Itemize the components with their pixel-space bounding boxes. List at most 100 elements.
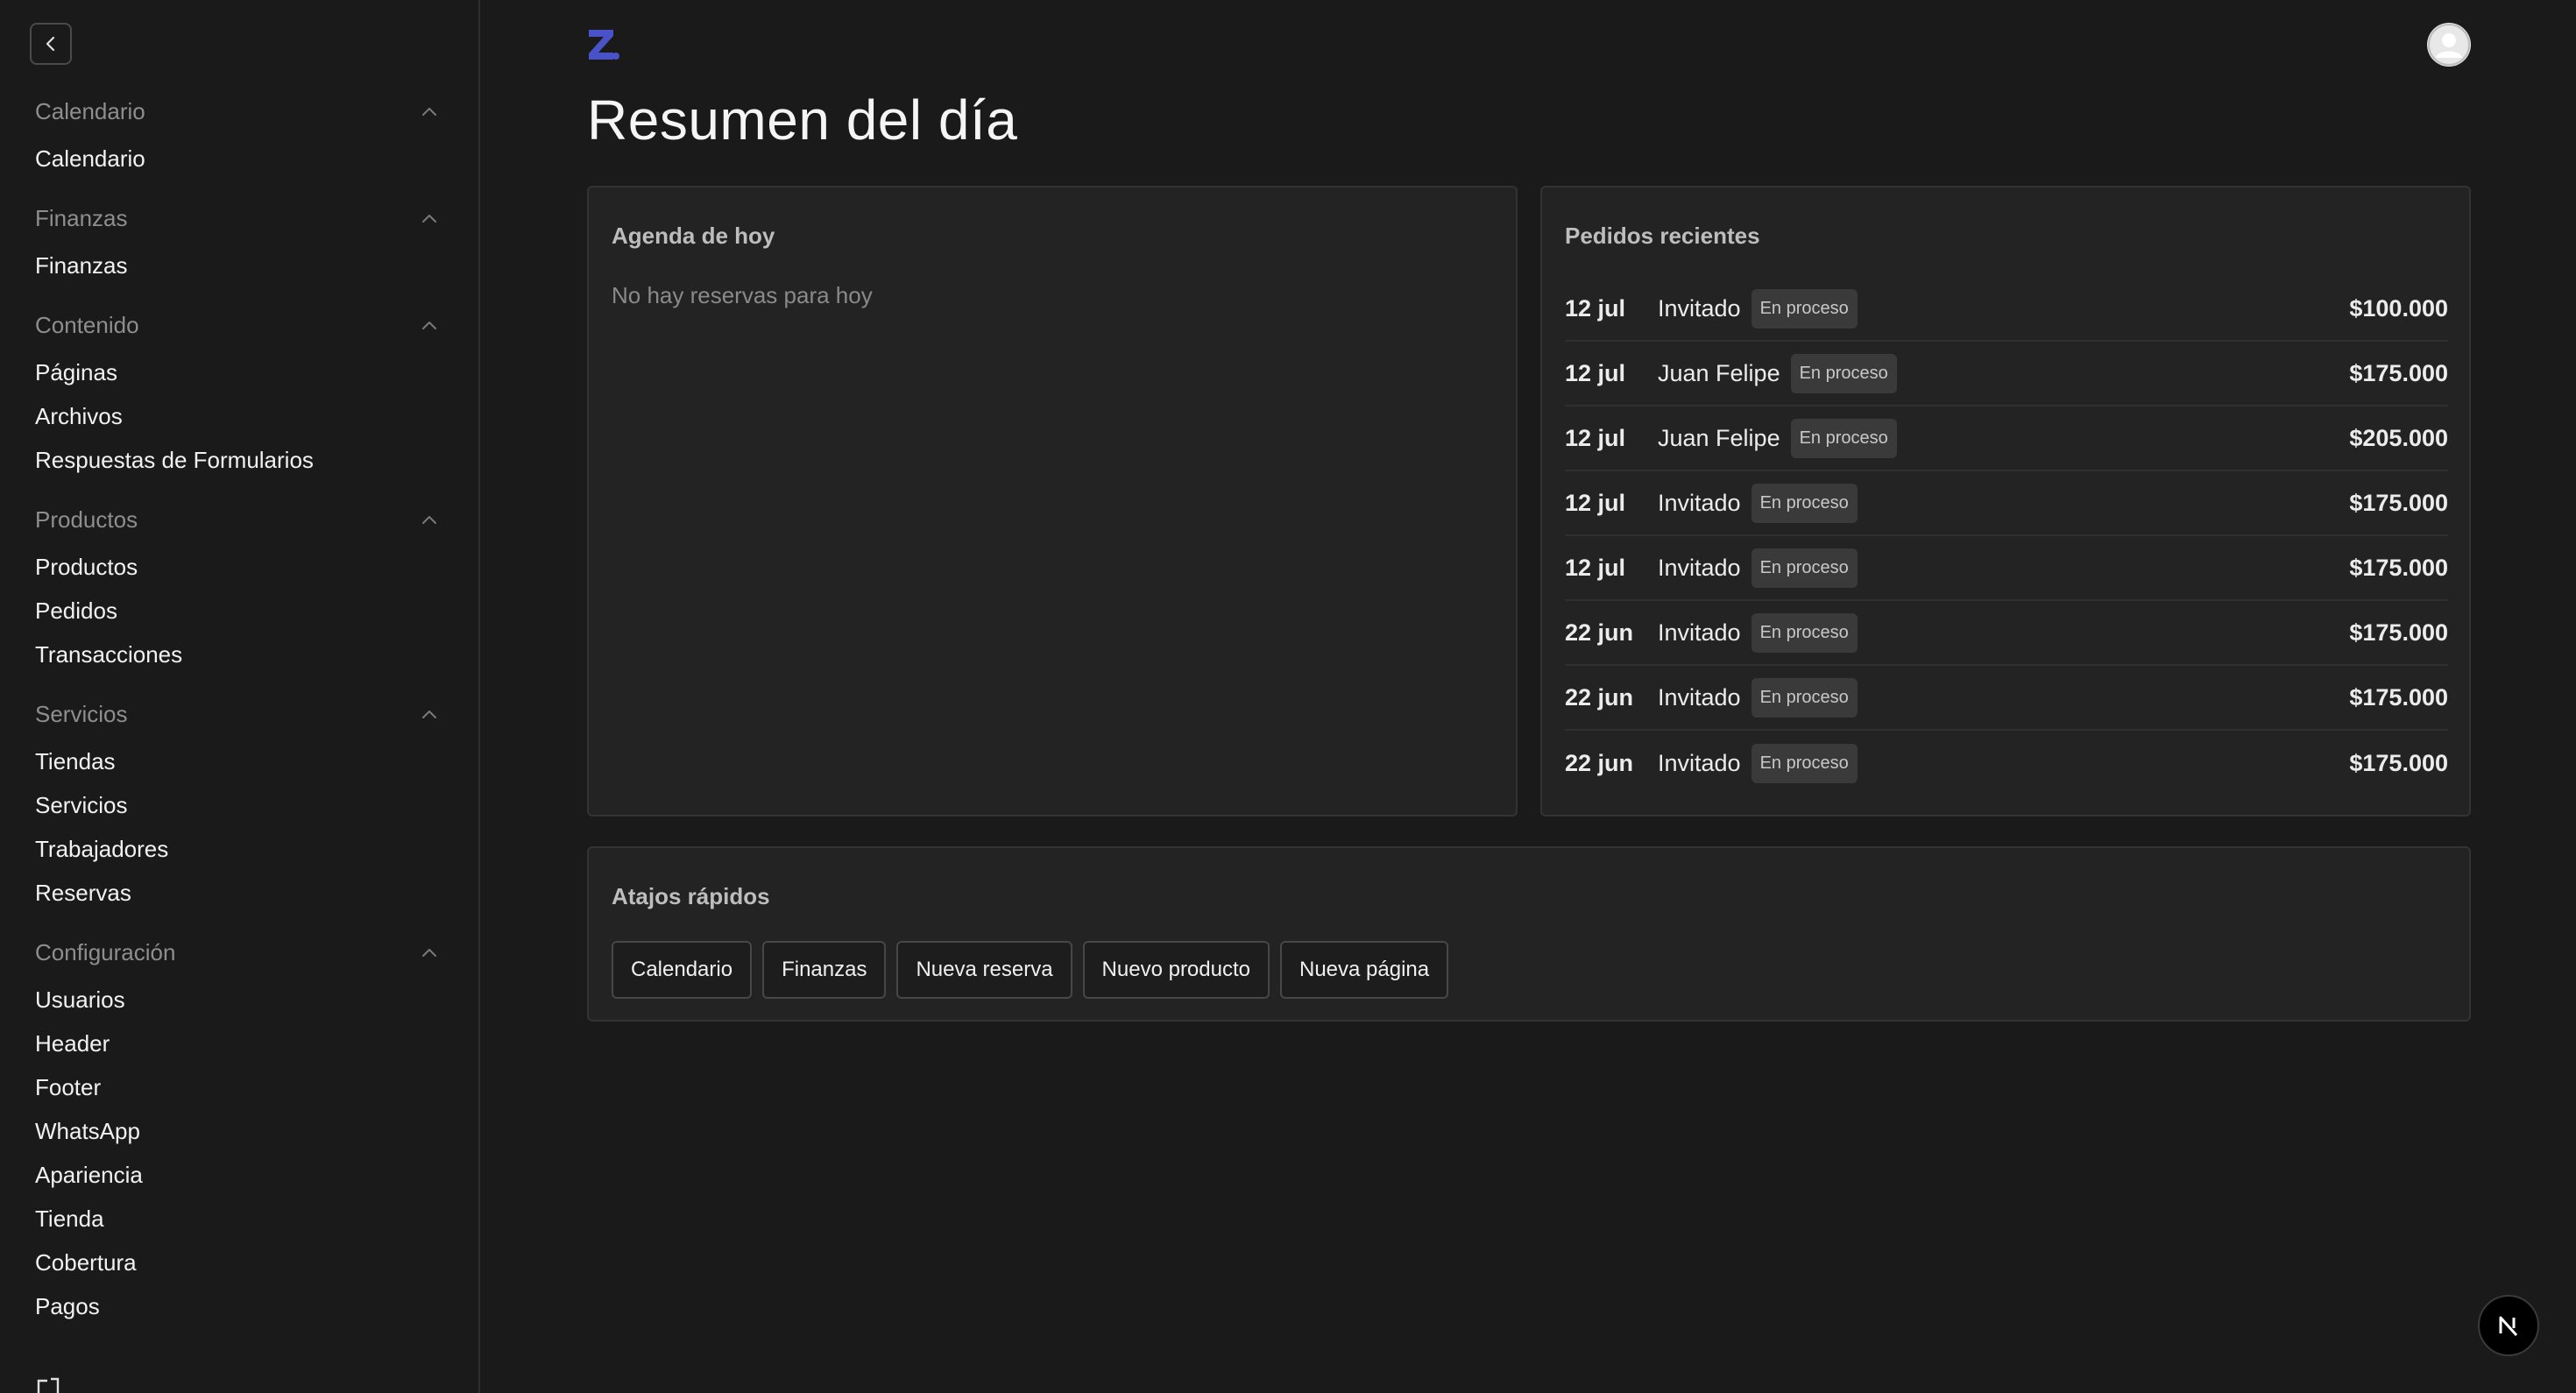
order-customer: Invitado <box>1658 489 1741 516</box>
shortcuts-title: Atajos rápidos <box>612 883 770 909</box>
status-badge: En proceso <box>1751 677 1858 718</box>
sidebar-item-tiendas[interactable]: Tiendas <box>35 739 438 783</box>
orders-list: 12 jul Invitado En proceso $100.000 12 j… <box>1565 277 2448 795</box>
status-badge: En proceso <box>1751 548 1858 588</box>
orders-title: Pedidos recientes <box>1565 223 1760 249</box>
quick-shortcuts-card: Atajos rápidos Calendario Finanzas Nueva… <box>587 846 2471 1022</box>
order-customer: Juan Felipe <box>1658 359 1780 386</box>
order-date: 12 jul <box>1565 489 1626 516</box>
sidebar-item-tienda[interactable]: Tienda <box>35 1197 438 1241</box>
section-header-servicios[interactable]: Servicios <box>35 694 438 734</box>
section-header-finanzas[interactable]: Finanzas <box>35 198 438 238</box>
user-avatar-icon <box>2428 24 2470 66</box>
order-row[interactable]: 22 jun Invitado En proceso $175.000 <box>1565 666 2448 731</box>
nextjs-dev-badge[interactable] <box>2478 1295 2539 1356</box>
sidebar-item-whatsapp[interactable]: WhatsApp <box>35 1109 438 1153</box>
avatar[interactable] <box>2427 23 2471 67</box>
shortcut-calendario-button[interactable]: Calendario <box>612 941 753 999</box>
chevron-up-icon <box>422 949 436 957</box>
shortcut-nueva-pagina-button[interactable]: Nueva página <box>1280 941 1449 999</box>
status-badge: En proceso <box>1790 418 1897 458</box>
order-customer: Invitado <box>1658 294 1741 322</box>
sidebar-item-usuarios[interactable]: Usuarios <box>35 978 438 1022</box>
section-title: Productos <box>35 506 138 533</box>
sidebar-item-trabajadores[interactable]: Trabajadores <box>35 827 438 871</box>
status-badge: En proceso <box>1751 743 1858 783</box>
nav-section-productos: Productos Productos Pedidos Transaccione… <box>35 499 438 676</box>
order-customer: Invitado <box>1658 619 1741 646</box>
order-row[interactable]: 22 jun Invitado En proceso $175.000 <box>1565 601 2448 666</box>
shortcut-nuevo-producto-button[interactable]: Nuevo producto <box>1082 941 1270 999</box>
sidebar-item-transacciones[interactable]: Transacciones <box>35 633 438 676</box>
sidebar-nav: Calendario Calendario Finanzas Finanzas … <box>35 91 438 1346</box>
order-customer: Invitado <box>1658 749 1741 776</box>
shortcut-finanzas-button[interactable]: Finanzas <box>762 941 887 999</box>
order-date: 12 jul <box>1565 424 1626 451</box>
z-logo[interactable] <box>587 28 620 61</box>
sidebar-item-pedidos[interactable]: Pedidos <box>35 589 438 633</box>
order-row[interactable]: 12 jul Invitado En proceso $175.000 <box>1565 536 2448 601</box>
order-amount: $100.000 <box>2349 294 2448 322</box>
section-header-calendario[interactable]: Calendario <box>35 91 438 131</box>
chevron-up-icon <box>422 322 436 329</box>
order-row[interactable]: 12 jul Invitado En proceso $175.000 <box>1565 471 2448 536</box>
nextjs-n-icon <box>2499 1316 2518 1337</box>
sidebar-item-paginas[interactable]: Páginas <box>35 350 438 394</box>
order-customer: Invitado <box>1658 683 1741 711</box>
order-amount: $175.000 <box>2349 359 2448 386</box>
recent-orders-card: Pedidos recientes 12 jul Invitado En pro… <box>1540 186 2471 817</box>
sidebar-item-calendario[interactable]: Calendario <box>35 137 438 180</box>
status-badge: En proceso <box>1751 612 1858 653</box>
order-amount: $175.000 <box>2349 619 2448 646</box>
agenda-card: Agenda de hoy No hay reservas para hoy <box>587 186 1518 817</box>
order-row[interactable]: 12 jul Juan Felipe En proceso $205.000 <box>1565 407 2448 471</box>
order-row[interactable]: 12 jul Invitado En proceso $100.000 <box>1565 277 2448 342</box>
order-date: 22 jun <box>1565 749 1634 776</box>
sidebar-item-pagos[interactable]: Pagos <box>35 1284 438 1328</box>
section-title: Servicios <box>35 700 128 727</box>
sidebar-item-archivos[interactable]: Archivos <box>35 394 438 438</box>
nav-section-calendario: Calendario Calendario <box>35 91 438 180</box>
shortcut-nueva-reserva-button[interactable]: Nueva reserva <box>896 941 1072 999</box>
nav-section-servicios: Servicios Tiendas Servicios Trabajadores… <box>35 694 438 915</box>
shortcuts-row: Calendario Finanzas Nueva reserva Nuevo … <box>612 941 1449 999</box>
order-row[interactable]: 12 jul Juan Felipe En proceso $175.000 <box>1565 342 2448 407</box>
sidebar-item-servicios[interactable]: Servicios <box>35 783 438 827</box>
sidebar-item-footer[interactable]: Footer <box>35 1065 438 1109</box>
sidebar: Calendario Calendario Finanzas Finanzas … <box>0 0 480 1393</box>
sidebar-item-header[interactable]: Header <box>35 1022 438 1065</box>
logout-icon[interactable] <box>35 1375 65 1393</box>
sidebar-item-cobertura[interactable]: Cobertura <box>35 1241 438 1284</box>
page-title: Resumen del día <box>587 88 1018 152</box>
order-amount: $175.000 <box>2349 554 2448 581</box>
order-customer: Invitado <box>1658 554 1741 581</box>
sidebar-item-productos[interactable]: Productos <box>35 545 438 589</box>
order-date: 12 jul <box>1565 554 1626 581</box>
agenda-title: Agenda de hoy <box>612 223 775 249</box>
section-header-configuracion[interactable]: Configuración <box>35 932 438 972</box>
sidebar-item-reservas[interactable]: Reservas <box>35 871 438 915</box>
order-date: 22 jun <box>1565 683 1634 711</box>
order-amount: $205.000 <box>2349 424 2448 451</box>
section-title: Contenido <box>35 311 139 338</box>
order-amount: $175.000 <box>2349 749 2448 776</box>
collapse-sidebar-button[interactable] <box>30 23 72 65</box>
nav-section-contenido: Contenido Páginas Archivos Respuestas de… <box>35 305 438 482</box>
sidebar-item-apariencia[interactable]: Apariencia <box>35 1153 438 1197</box>
chevron-up-icon <box>422 215 436 223</box>
order-row[interactable]: 22 jun Invitado En proceso $175.000 <box>1565 731 2448 795</box>
sidebar-item-respuestas-formularios[interactable]: Respuestas de Formularios <box>35 438 438 482</box>
section-title: Calendario <box>35 97 145 124</box>
section-header-contenido[interactable]: Contenido <box>35 305 438 345</box>
order-customer: Juan Felipe <box>1658 424 1780 451</box>
order-date: 12 jul <box>1565 294 1626 322</box>
status-badge: En proceso <box>1790 353 1897 393</box>
order-date: 22 jun <box>1565 619 1634 646</box>
chevron-up-icon <box>422 711 436 718</box>
agenda-empty-message: No hay reservas para hoy <box>612 282 873 308</box>
nav-section-finanzas: Finanzas Finanzas <box>35 198 438 287</box>
nav-section-configuracion: Configuración Usuarios Header Footer Wha… <box>35 932 438 1328</box>
sidebar-item-finanzas[interactable]: Finanzas <box>35 244 438 287</box>
section-header-productos[interactable]: Productos <box>35 499 438 540</box>
chevron-up-icon <box>422 108 436 116</box>
